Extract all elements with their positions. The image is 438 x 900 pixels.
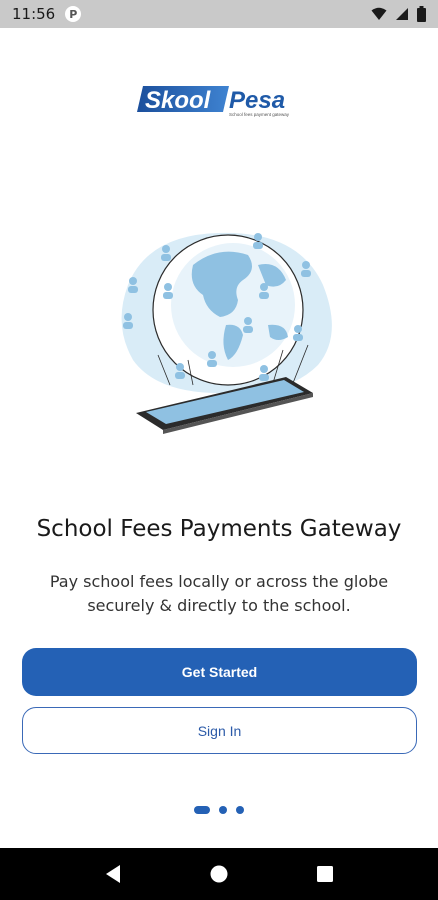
home-icon[interactable]	[205, 860, 233, 888]
onboarding-description: Pay school fees locally or across the gl…	[49, 572, 389, 615]
globe-tablet-illustration	[108, 225, 338, 435]
page-indicator	[0, 806, 438, 814]
logo-brand-part2: Pesa	[229, 87, 285, 114]
system-navigation-bar	[0, 848, 438, 900]
status-icons	[371, 6, 426, 22]
back-icon[interactable]	[99, 860, 127, 888]
wifi-icon	[371, 7, 387, 20]
recents-icon[interactable]	[311, 860, 339, 888]
logo-graphic: Skool Pesa School fees payment gateway	[137, 86, 290, 117]
status-time: 11:56	[12, 5, 56, 23]
page-dot-3[interactable]	[236, 806, 244, 814]
skoolpesa-logo: Skool Pesa School fees payment gateway	[137, 84, 305, 118]
status-bar: 11:56 P	[0, 0, 438, 28]
logo-tagline: School fees payment gateway	[229, 112, 290, 117]
sign-in-button[interactable]: Sign In	[22, 707, 417, 754]
logo-brand-part1: Skool	[145, 87, 212, 114]
page-dot-2[interactable]	[219, 806, 227, 814]
app-notification-icon: P	[65, 6, 82, 22]
onboarding-headline: School Fees Payments Gateway	[36, 516, 402, 542]
page-dot-1[interactable]	[194, 806, 210, 814]
signal-icon	[396, 8, 408, 20]
get-started-button[interactable]: Get Started	[22, 648, 417, 696]
battery-icon	[417, 6, 426, 22]
